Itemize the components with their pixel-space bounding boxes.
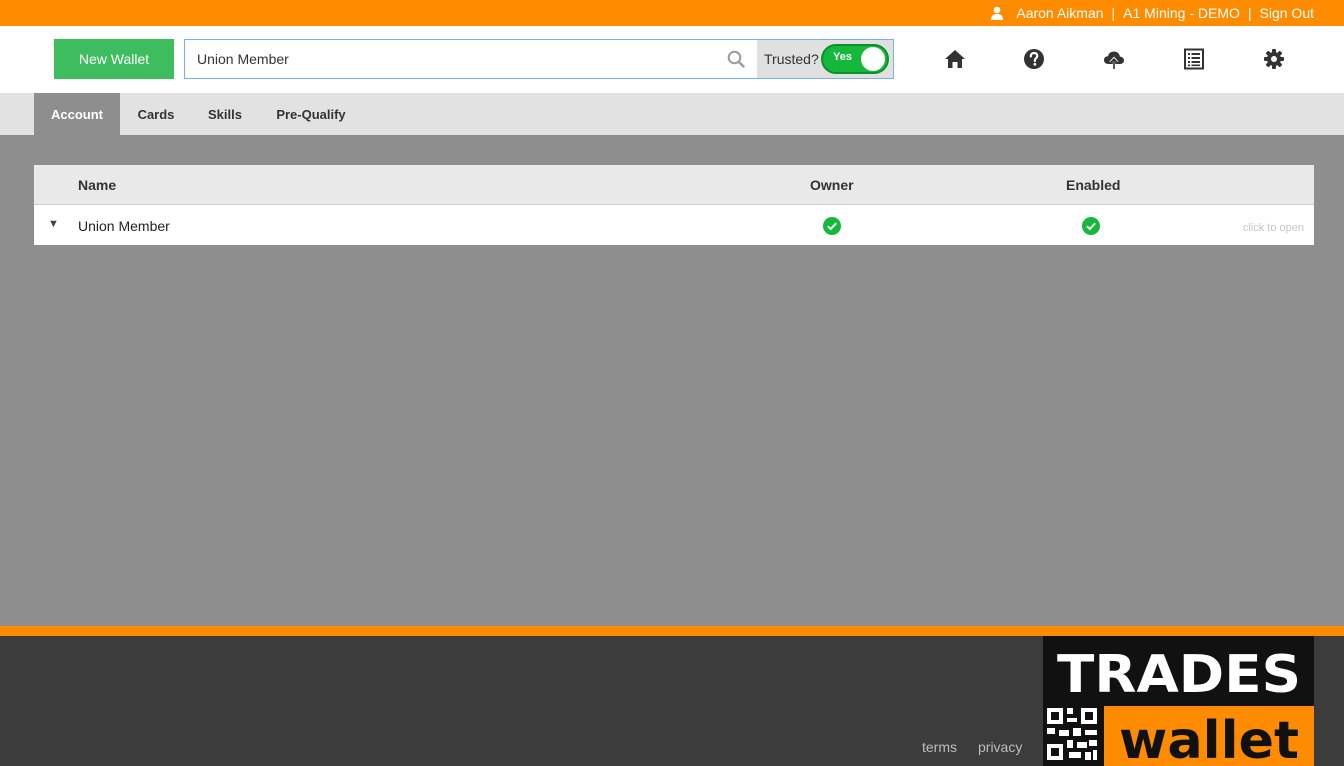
wallet-table: Name Owner Enabled ▼ Union Member click … <box>34 165 1314 245</box>
new-wallet-button[interactable]: New Wallet <box>54 39 174 79</box>
privacy-link[interactable]: privacy <box>978 739 1022 755</box>
footer-divider <box>0 626 1344 636</box>
owner-check-icon <box>823 217 841 235</box>
trades-wallet-logo: TRADES wallet <box>1043 636 1314 766</box>
separator: | <box>1247 5 1252 21</box>
trusted-label: Trusted? <box>764 51 819 67</box>
click-to-open-hint: click to open <box>1242 222 1304 234</box>
user-area: Aaron Aikman | A1 Mining - DEMO | Sign O… <box>990 0 1314 26</box>
logo-graphic: TRADES wallet <box>1043 636 1314 766</box>
logo-text-trades: TRADES <box>1057 645 1301 705</box>
toggle-label: Yes <box>833 51 852 63</box>
enabled-check-icon <box>1082 217 1100 235</box>
separator: | <box>1111 5 1116 21</box>
top-bar: Aaron Aikman | A1 Mining - DEMO | Sign O… <box>0 0 1344 26</box>
list-icon[interactable] <box>1183 48 1205 70</box>
expand-caret-icon[interactable]: ▼ <box>48 218 59 230</box>
tab-account[interactable]: Account <box>34 93 120 135</box>
person-icon <box>991 6 1004 20</box>
terms-link[interactable]: terms <box>922 739 957 755</box>
tab-bar: Account Cards Skills Pre-Qualify <box>0 93 1344 135</box>
column-header-name[interactable]: Name <box>78 177 116 193</box>
row-name: Union Member <box>78 218 170 234</box>
company-link[interactable]: A1 Mining - DEMO <box>1123 5 1240 21</box>
search-input[interactable] <box>185 40 757 78</box>
header: New Wallet Trusted? Yes <box>0 26 914 93</box>
home-icon[interactable] <box>944 48 966 70</box>
table-row[interactable]: ▼ Union Member click to open <box>34 206 1314 245</box>
search-box: Trusted? Yes <box>184 39 894 79</box>
trusted-toggle[interactable]: Yes <box>821 44 889 74</box>
cloud-upload-icon[interactable] <box>1103 48 1125 70</box>
sign-out-link[interactable]: Sign Out <box>1260 5 1314 21</box>
gear-icon[interactable] <box>1263 48 1285 70</box>
user-name-link[interactable]: Aaron Aikman <box>1016 5 1103 21</box>
help-icon[interactable] <box>1023 48 1045 70</box>
column-header-owner[interactable]: Owner <box>810 177 854 193</box>
tab-pre-qualify[interactable]: Pre-Qualify <box>266 93 356 135</box>
icon-bar <box>914 26 1344 93</box>
tab-cards[interactable]: Cards <box>128 93 184 135</box>
tab-skills[interactable]: Skills <box>198 93 252 135</box>
logo-text-wallet: wallet <box>1119 711 1299 766</box>
trusted-area: Trusted? Yes <box>757 40 893 78</box>
footer: terms privacy TRADES wallet <box>0 636 1344 766</box>
column-header-enabled[interactable]: Enabled <box>1066 177 1120 193</box>
table-header: Name Owner Enabled <box>34 165 1314 205</box>
toggle-knob <box>861 47 885 71</box>
search-icon[interactable] <box>727 50 745 68</box>
